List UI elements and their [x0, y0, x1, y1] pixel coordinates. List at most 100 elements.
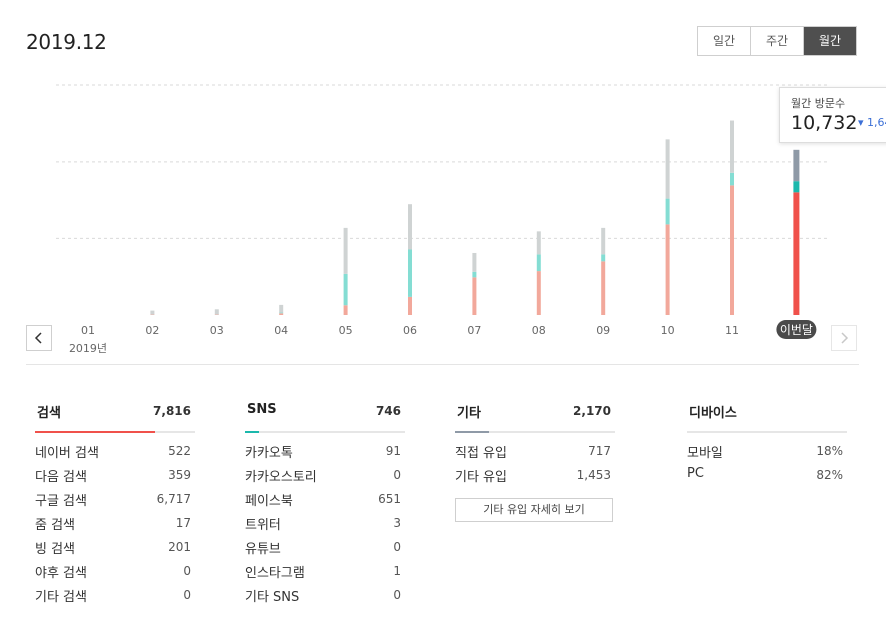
row-value: 201	[168, 540, 191, 554]
list-item: 다음 검색 359	[35, 466, 195, 490]
x-tick-label: 05	[339, 324, 353, 337]
x-tick-label: 08	[532, 324, 546, 337]
row-label: 다음 검색	[35, 470, 87, 485]
year-label: 2019년	[69, 342, 107, 355]
bar-search	[343, 305, 348, 315]
row-value: 17	[175, 516, 191, 530]
tooltip-label: 월간 방문수	[791, 97, 846, 110]
tooltip-delta: ▾ 1,64	[858, 116, 886, 129]
panel-name: 디바이스	[689, 406, 737, 421]
bar-other	[601, 227, 606, 255]
row-label: PC	[687, 466, 704, 481]
x-tick-label: 03	[210, 324, 224, 337]
row-label: 페이스북	[245, 494, 293, 509]
panel-total: 2,170	[573, 404, 611, 418]
row-value: 3	[393, 516, 401, 530]
row-value: 6,717	[156, 492, 191, 506]
tooltip-value: 10,732	[791, 112, 858, 134]
x-tick-label: 11	[725, 324, 739, 337]
x-tick-label: 09	[596, 324, 610, 337]
x-tick-label: 04	[274, 324, 288, 337]
bar-other	[150, 310, 155, 315]
panel-search: 검색 7,816 네이버 검색 522 다음 검색 359 구글 검색 6,717 줌…	[35, 398, 195, 610]
accent-bar	[35, 431, 155, 433]
panel-header: 디바이스	[687, 398, 847, 433]
list-item: 기타 SNS 0	[245, 586, 405, 610]
list-item: PC 82%	[687, 466, 847, 490]
bar-other	[793, 149, 800, 182]
panel-header: 기타 2,170	[455, 398, 615, 433]
row-value: 1	[393, 564, 401, 578]
bar-sns	[536, 254, 541, 272]
list-item: 직접 유입 717	[455, 442, 615, 466]
row-label: 구글 검색	[35, 494, 87, 509]
chart-tooltip: 월간 방문수 10,732 ▾ 1,64	[779, 87, 886, 143]
x-tick-label: 02	[145, 324, 159, 337]
bar-other	[472, 252, 477, 272]
row-label: 기타 유입	[455, 470, 507, 485]
panel-total: 746	[375, 404, 401, 418]
row-label: 카카오톡	[245, 446, 293, 461]
chevron-right-icon	[841, 332, 849, 344]
bar-other	[665, 139, 670, 199]
x-tick-label: 10	[661, 324, 675, 337]
bar-search	[665, 224, 670, 315]
bar-other	[343, 227, 348, 274]
bar-sns	[408, 249, 412, 297]
bar-other	[536, 231, 541, 255]
panel-total: 7,816	[153, 404, 191, 418]
list-item: 기타 유입 1,453	[455, 466, 615, 490]
bar-sns	[601, 254, 606, 262]
panel-name: 검색	[37, 406, 61, 421]
list-item: 구글 검색 6,717	[35, 490, 195, 514]
bar-other	[408, 204, 412, 250]
bar-search	[279, 313, 284, 315]
row-label: 직접 유입	[455, 446, 507, 461]
list-item: 카카오톡 91	[245, 442, 405, 466]
list-item: 야후 검색 0	[35, 562, 195, 586]
bar-sns	[472, 271, 477, 278]
bar-sns	[665, 198, 670, 225]
bar-search	[601, 261, 606, 315]
bar-search	[793, 192, 800, 315]
bar-search	[730, 185, 734, 315]
x-tick-label: 06	[403, 324, 417, 337]
other-detail-button[interactable]: 기타 유입 자세히 보기	[455, 498, 613, 522]
row-value: 0	[183, 564, 191, 578]
list-item: 빙 검색 201	[35, 538, 195, 562]
list-item: 유튜브 0	[245, 538, 405, 562]
x-tick-label: 이번달	[780, 323, 813, 337]
bar-search	[472, 277, 477, 315]
next-button[interactable]	[831, 325, 857, 351]
panel-sns: SNS 746 카카오톡 91 카카오스토리 0 페이스북 651 트위터 3 유튜브 0…	[245, 398, 405, 610]
prev-button[interactable]	[26, 325, 52, 351]
list-item: 카카오스토리 0	[245, 466, 405, 490]
x-tick-label: 07	[467, 324, 481, 337]
row-value: 91	[385, 444, 401, 458]
list-item: 트위터 3	[245, 514, 405, 538]
accent-bar	[245, 431, 259, 433]
row-label: 기타 SNS	[245, 590, 300, 605]
bar-sns	[343, 273, 348, 306]
list-item: 네이버 검색 522	[35, 442, 195, 466]
list-item: 기타 검색 0	[35, 586, 195, 610]
row-value: 0	[183, 588, 191, 602]
row-value: 651	[378, 492, 401, 506]
arrow-down-icon: ▾	[858, 116, 864, 129]
row-value: 1,453	[576, 468, 611, 482]
row-label: 기타 검색	[35, 590, 87, 605]
list-item: 페이스북 651	[245, 490, 405, 514]
panel-device: 디바이스 모바일 18% PC 82%	[687, 398, 847, 490]
row-label: 카카오스토리	[245, 470, 317, 485]
row-label: 유튜브	[245, 542, 281, 557]
chevron-left-icon	[34, 332, 42, 344]
row-value: 82%	[816, 468, 843, 482]
panel-name: SNS	[247, 402, 277, 417]
list-item: 인스타그램 1	[245, 562, 405, 586]
bar-sns	[279, 312, 284, 314]
row-value: 522	[168, 444, 191, 458]
bar-other	[730, 120, 734, 173]
bar-sns	[730, 172, 734, 186]
row-value: 717	[588, 444, 611, 458]
row-label: 줌 검색	[35, 518, 76, 533]
